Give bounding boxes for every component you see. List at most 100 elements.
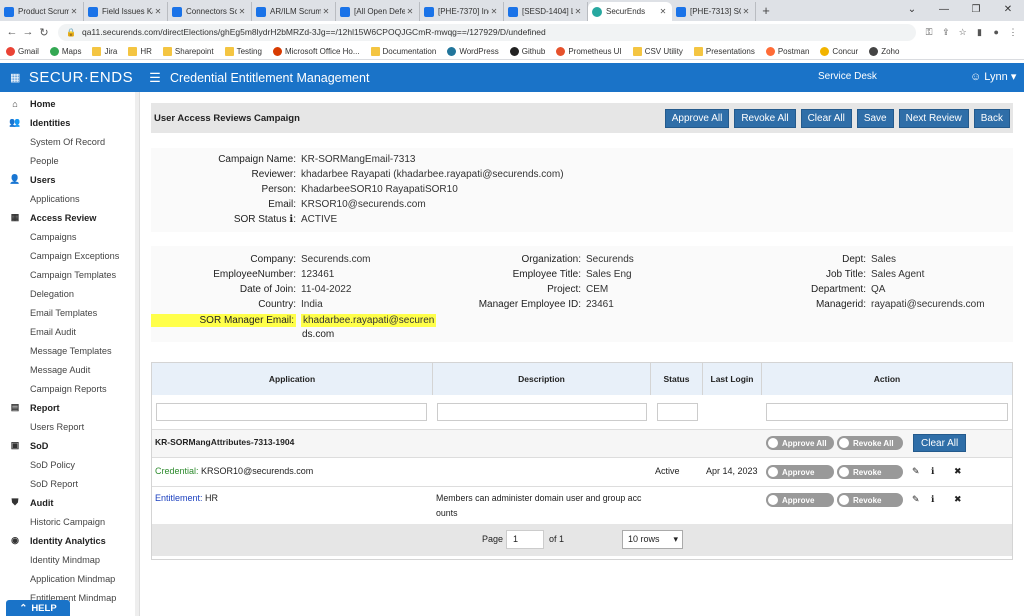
revoke-toggle[interactable]: Revoke bbox=[837, 465, 903, 479]
browser-tab[interactable]: [PHE-7313] SOR✕ bbox=[672, 2, 756, 21]
close-tab-icon[interactable]: ✕ bbox=[69, 7, 79, 16]
bookmark-item[interactable]: Presentations bbox=[693, 46, 755, 56]
sidebar-item-campaigns[interactable]: Campaigns bbox=[0, 227, 139, 246]
sidebar-item-people[interactable]: People bbox=[0, 151, 139, 170]
sidebar-item-identity-mindmap[interactable]: Identity Mindmap bbox=[0, 550, 139, 569]
sidebar-item-campaign-exceptions[interactable]: Campaign Exceptions bbox=[0, 246, 139, 265]
close-tab-icon[interactable]: ✕ bbox=[658, 7, 668, 16]
sidebar-item-campaign-templates[interactable]: Campaign Templates bbox=[0, 265, 139, 284]
remove-icon[interactable]: ✖ bbox=[954, 466, 962, 477]
sidepanel-icon[interactable]: ▮ bbox=[972, 27, 986, 38]
bookmark-item[interactable]: HR bbox=[128, 46, 152, 56]
user-menu[interactable]: ☺ Lynn ▾ bbox=[970, 70, 1016, 83]
approve-toggle[interactable]: Approve bbox=[766, 465, 834, 479]
bookmark-item[interactable]: WordPress bbox=[447, 46, 499, 56]
bookmark-item[interactable]: Gmail bbox=[6, 46, 39, 56]
sidebar-item-message-audit[interactable]: Message Audit bbox=[0, 360, 139, 379]
info-icon[interactable]: ℹ bbox=[931, 466, 934, 477]
bookmark-item[interactable]: Sharepoint bbox=[162, 46, 214, 56]
browser-tab[interactable]: Field Issues Kanb✕ bbox=[84, 2, 168, 21]
description-filter-input[interactable] bbox=[437, 403, 647, 421]
sidebar-item-identity-analytics[interactable]: ◉ Identity Analytics bbox=[0, 531, 139, 550]
browser-tab[interactable]: [All Open Defects✕ bbox=[336, 2, 420, 21]
back-icon[interactable]: ← bbox=[4, 26, 20, 38]
sidebar-item-email-audit[interactable]: Email Audit bbox=[0, 322, 139, 341]
rows-per-page-select[interactable]: 10 rows ▾ bbox=[622, 530, 683, 549]
close-tab-icon[interactable]: ✕ bbox=[237, 7, 247, 16]
group-revoke-all-toggle[interactable]: Revoke All bbox=[837, 436, 903, 450]
page-number-input[interactable]: 1 bbox=[506, 530, 544, 549]
reload-icon[interactable]: ↻ bbox=[36, 26, 52, 39]
sidebar-item-users-report[interactable]: Users Report bbox=[0, 417, 139, 436]
bookmark-item[interactable]: Prometheus UI bbox=[556, 46, 622, 56]
menu-icon[interactable]: ⋮ bbox=[1006, 27, 1020, 38]
service-desk-link[interactable]: Service Desk bbox=[818, 71, 877, 82]
sidebar-item-email-templates[interactable]: Email Templates bbox=[0, 303, 139, 322]
sidebar-item-access-review[interactable]: ▦ Access Review bbox=[0, 208, 139, 227]
revoke-all-button[interactable]: Revoke All bbox=[734, 109, 796, 128]
hamburger-menu-icon[interactable]: ☰ bbox=[140, 70, 170, 86]
sidebar-item-identities[interactable]: 👥 Identities bbox=[0, 113, 139, 132]
sidebar-item-application-mindmap[interactable]: Application Mindmap bbox=[0, 569, 139, 588]
sidebar-item-delegation[interactable]: Delegation bbox=[0, 284, 139, 303]
info-icon[interactable]: ℹ bbox=[289, 214, 293, 225]
col-header-last-login[interactable]: Last Login bbox=[703, 363, 762, 395]
group-clear-all-button[interactable]: Clear All bbox=[913, 434, 967, 452]
new-tab-icon[interactable]: + bbox=[756, 2, 776, 21]
bookmark-item[interactable]: Concur bbox=[820, 46, 858, 56]
browser-tab[interactable]: [SESD-1404] Lun✕ bbox=[504, 2, 588, 21]
key-icon[interactable]: ⚿ bbox=[922, 27, 936, 38]
back-button[interactable]: Back bbox=[973, 109, 1010, 128]
edit-icon[interactable]: ✎ bbox=[912, 494, 920, 505]
action-filter-input[interactable] bbox=[766, 403, 1008, 421]
sidebar-item-sod-policy[interactable]: SoD Policy bbox=[0, 455, 139, 474]
bookmark-item[interactable]: CSV Utility bbox=[632, 46, 683, 56]
sidebar-scrollbar[interactable] bbox=[135, 92, 139, 616]
sidebar-item-applications[interactable]: Applications bbox=[0, 189, 139, 208]
bookmark-item[interactable]: Postman bbox=[765, 46, 809, 56]
next-review-button[interactable]: Next Review bbox=[898, 109, 969, 128]
approve-toggle[interactable]: Approve bbox=[766, 493, 834, 507]
browser-tab[interactable]: Connectors Scrum✕ bbox=[168, 2, 252, 21]
browser-tab[interactable]: Product Scrum B✕ bbox=[0, 2, 84, 21]
clear-all-button[interactable]: Clear All bbox=[800, 109, 852, 128]
info-icon[interactable]: ℹ bbox=[931, 494, 934, 505]
forward-icon[interactable]: → bbox=[20, 26, 36, 38]
close-tab-icon[interactable]: ✕ bbox=[405, 7, 415, 16]
help-button[interactable]: ⌃ HELP bbox=[6, 600, 70, 616]
share-icon[interactable]: ⇪ bbox=[939, 27, 953, 38]
revoke-toggle[interactable]: Revoke bbox=[837, 493, 903, 507]
sidebar-item-sod-report[interactable]: SoD Report bbox=[0, 474, 139, 493]
bookmark-item[interactable]: Jira bbox=[92, 46, 117, 56]
col-header-application[interactable]: Application bbox=[152, 363, 433, 395]
col-header-description[interactable]: Description bbox=[433, 363, 651, 395]
application-filter-input[interactable] bbox=[156, 403, 427, 421]
sidebar-item-sod[interactable]: ▣ SoD bbox=[0, 436, 139, 455]
row-application[interactable]: Entitlement: HR bbox=[155, 493, 218, 503]
browser-tab[interactable]: AR/ILM Scrum Bo✕ bbox=[252, 2, 336, 21]
profile-icon[interactable]: ● bbox=[989, 27, 1003, 37]
bookmark-item[interactable]: Documentation bbox=[370, 46, 436, 56]
bookmark-item[interactable]: Testing bbox=[224, 46, 262, 56]
close-tab-icon[interactable]: ✕ bbox=[741, 7, 751, 16]
minimize-icon[interactable]: — bbox=[928, 0, 960, 21]
sidebar-item-message-templates[interactable]: Message Templates bbox=[0, 341, 139, 360]
sidebar-item-users[interactable]: 👤 Users bbox=[0, 170, 139, 189]
restore-icon[interactable]: ❐ bbox=[960, 0, 992, 21]
tab-search-icon[interactable]: ⌄ bbox=[896, 0, 928, 21]
remove-icon[interactable]: ✖ bbox=[954, 494, 962, 505]
sidebar-item-report[interactable]: ▤ Report bbox=[0, 398, 139, 417]
browser-tab[interactable]: [PHE-7370] Inde✕ bbox=[420, 2, 504, 21]
sidebar-item-historic-campaign[interactable]: Historic Campaign bbox=[0, 512, 139, 531]
url-field[interactable]: 🔒 qa11.securends.com/directElections/ghE… bbox=[58, 23, 917, 41]
status-filter-input[interactable] bbox=[657, 403, 698, 421]
close-tab-icon[interactable]: ✕ bbox=[489, 7, 499, 16]
sidebar-item-audit[interactable]: ⛊ Audit bbox=[0, 493, 139, 512]
row-application[interactable]: Credential: KRSOR10@securends.com bbox=[155, 466, 313, 476]
close-tab-icon[interactable]: ✕ bbox=[153, 7, 163, 16]
bookmark-item[interactable]: Maps bbox=[49, 46, 81, 56]
browser-tab[interactable]: SecurEnds ✕ bbox=[588, 2, 672, 21]
close-tab-icon[interactable]: ✕ bbox=[321, 7, 331, 16]
logo[interactable]: ▦ SECUR·ENDS bbox=[0, 69, 140, 86]
bookmark-item[interactable]: Microsoft Office Ho... bbox=[272, 46, 360, 56]
